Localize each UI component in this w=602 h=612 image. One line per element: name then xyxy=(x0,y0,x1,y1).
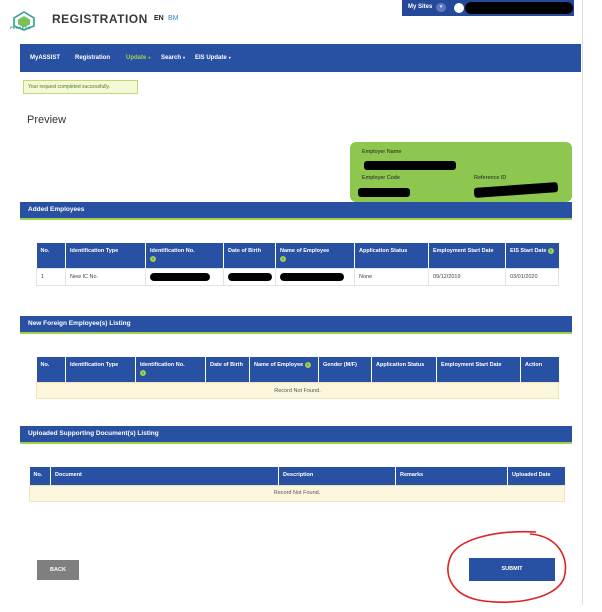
table-header-row: No. Identification Type Identification N… xyxy=(36,243,559,269)
user-toggle[interactable] xyxy=(454,3,464,13)
info-icon[interactable]: i xyxy=(547,248,554,254)
logo-text: PERKESO xyxy=(10,25,31,30)
success-alert: Your request completed successfully. xyxy=(23,80,138,94)
supporting-docs-table: No. Document Description Remarks Uploade… xyxy=(29,467,565,502)
col-no: No. xyxy=(36,357,66,383)
employer-name-label: Employer Name xyxy=(362,149,402,155)
cell-name-of-employee xyxy=(275,268,355,287)
section-divider xyxy=(20,442,572,444)
nav-item-myassist[interactable]: MyASSIST xyxy=(30,55,60,61)
reference-id-label: Reference ID xyxy=(474,175,507,181)
nav-item-registration[interactable]: Registration xyxy=(75,55,110,61)
nav-item-eis-update[interactable]: EIS Update ▾ xyxy=(195,55,231,61)
col-identification-type: Identification Type xyxy=(65,243,146,269)
page: PERKESO REGISTRATION EN BM My Sites ▾ My… xyxy=(0,0,602,612)
col-remarks: Remarks xyxy=(395,467,508,486)
cell-identification-type: New IC No. xyxy=(65,268,146,287)
col-uploaded-date: Uploaded Date xyxy=(507,467,565,486)
red-circle-annotation xyxy=(447,530,567,603)
chevron-down-icon[interactable]: ▾ xyxy=(436,3,446,12)
chevron-down-icon: ▾ xyxy=(148,55,151,60)
col-application-status: Application Status xyxy=(371,357,437,383)
info-icon[interactable]: i xyxy=(304,362,311,368)
page-title: Preview xyxy=(27,114,67,126)
added-employees-header: Added Employees xyxy=(20,202,572,218)
language-en-link[interactable]: EN xyxy=(154,15,164,22)
col-eis-start-date: EIS Start Date i xyxy=(505,243,559,269)
foreign-employees-header: New Foreign Employee(s) Listing xyxy=(20,316,572,332)
redacted-employee-name xyxy=(280,273,344,282)
foreign-employees-table: No. Identification Type Identification N… xyxy=(36,357,559,400)
col-no: No. xyxy=(29,467,51,486)
table-row: Record Not Found. xyxy=(36,382,559,400)
col-date-of-birth: Date of Birth xyxy=(205,357,250,383)
back-button[interactable]: BACK xyxy=(37,560,79,580)
col-identification-no: Identification No. i xyxy=(135,357,206,383)
col-no: No. xyxy=(36,243,66,269)
language-bm-link[interactable]: BM xyxy=(168,15,179,22)
redacted-date-of-birth xyxy=(228,273,272,282)
redacted-identification-no xyxy=(150,273,210,282)
redacted-employer-name xyxy=(364,161,456,170)
cell-date-of-birth xyxy=(223,268,276,287)
perkeso-logo xyxy=(13,11,35,31)
supporting-docs-header: Uploaded Supporting Document(s) Listing xyxy=(20,426,572,442)
table-row: Record Not Found. xyxy=(29,484,565,502)
section-divider xyxy=(20,332,572,334)
col-action: Action xyxy=(520,357,559,383)
employer-info-card: Employer Name Employer Code Reference ID xyxy=(350,142,572,202)
redacted-employer-code xyxy=(358,188,410,197)
chevron-down-icon: ▾ xyxy=(228,55,231,60)
col-description: Description xyxy=(278,467,396,486)
col-gender: Gender (M/F) xyxy=(318,357,372,383)
col-employment-start-date: Employment Start Date xyxy=(436,357,521,383)
nav-item-search[interactable]: Search ▾ xyxy=(161,55,185,61)
added-employees-table: No. Identification Type Identification N… xyxy=(36,243,559,287)
col-identification-no: Identification No. i xyxy=(145,243,224,269)
cell-application-status: None xyxy=(354,268,429,287)
redacted-username xyxy=(465,2,573,14)
my-sites-label[interactable]: My Sites xyxy=(408,4,432,10)
main-nav: MyASSIST Registration Update ▾ Search ▾ EI… xyxy=(20,44,581,72)
col-employment-start-date: Employment Start Date xyxy=(428,243,506,269)
cell-no: 1 xyxy=(36,268,66,287)
employer-code-label: Employer Code xyxy=(362,175,400,181)
col-application-status: Application Status xyxy=(354,243,429,269)
col-date-of-birth: Date of Birth xyxy=(223,243,276,269)
app-title: REGISTRATION xyxy=(52,12,148,26)
redacted-reference-id xyxy=(473,182,559,198)
table-header-row: No. Identification Type Identification N… xyxy=(36,357,559,383)
empty-message: Record Not Found. xyxy=(36,382,559,400)
empty-message: Record Not Found. xyxy=(29,484,565,502)
col-name-of-employee: Name of Employee i xyxy=(249,357,319,383)
section-divider xyxy=(20,218,572,220)
nav-item-update[interactable]: Update ▾ xyxy=(126,55,150,61)
info-icon[interactable]: i xyxy=(280,255,286,262)
info-icon[interactable]: i xyxy=(150,255,156,262)
col-document: Document xyxy=(50,467,279,486)
table-header-row: No. Document Description Remarks Uploade… xyxy=(29,467,565,486)
info-icon[interactable]: i xyxy=(140,369,146,376)
cell-employment-start-date: 09/12/2019 xyxy=(428,268,506,287)
table-row: 1 New IC No. None 09/12/2019 03/01/2020 xyxy=(36,268,559,287)
cell-identification-no xyxy=(145,268,224,287)
col-name-of-employee: Name of Employee i xyxy=(275,243,355,269)
chevron-down-icon: ▾ xyxy=(183,55,186,60)
cell-eis-start-date: 03/01/2020 xyxy=(505,268,559,287)
col-identification-type: Identification Type xyxy=(65,357,136,383)
